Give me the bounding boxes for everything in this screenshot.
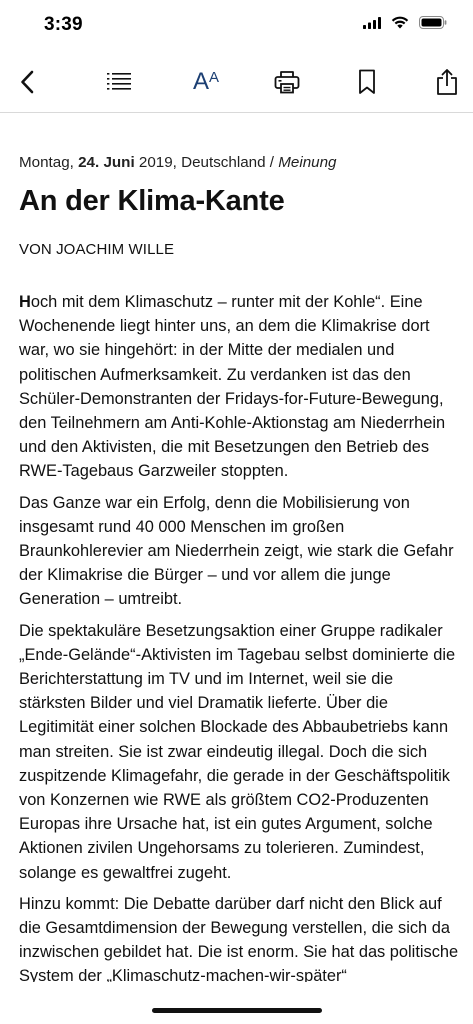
article-paragraph-2: Das Ganze war ein Erfolg, denn die Mobil… [19,493,454,609]
list-icon [107,73,131,90]
article: Montag, 24. Juni 2019, Deutschland / Mei… [19,112,459,996]
share-icon [437,69,457,95]
bookmark-icon [359,69,375,94]
wifi-icon [391,16,409,29]
text-size-button[interactable]: AA [182,52,230,112]
dateline-year-place: 2019, Deutschland / [134,154,279,171]
share-button[interactable] [423,52,471,112]
article-paragraph-3: Die spektakuläre Besetzungsaktion einer … [19,621,456,882]
back-chevron-icon [21,70,34,94]
status-time: 3:39 [44,14,83,35]
toc-button[interactable] [95,52,143,112]
text-size-small-letter: A [209,69,220,86]
bookmark-button[interactable] [343,52,391,112]
dateline-section: Meinung [278,154,337,171]
paragraph-text: och mit dem Klimaschutz – runter mit der… [19,293,446,481]
dateline-weekday: Montag, [19,154,79,171]
dateline-day-month: 24. Juni [78,154,135,171]
dropcap-letter: H [19,293,31,311]
status-bar: 3:39 [0,0,473,52]
print-button[interactable] [263,52,311,112]
back-button[interactable] [3,52,51,112]
article-dateline: Montag, 24. Juni 2019, Deutschland / Mei… [19,152,459,174]
signal-icon [363,16,381,29]
home-indicator[interactable] [152,1008,322,1013]
article-byline: VON JOACHIM WILLE [19,241,175,258]
bottom-area [0,982,473,1024]
text-size-icon: AA [193,70,219,94]
text-size-large-letter: A [192,68,209,95]
status-icons [363,16,447,29]
article-paragraph-1: Hoch mit dem Klimaschutz – runter mit de… [19,290,459,484]
article-body: Hoch mit dem Klimaschutz – runter mit de… [19,290,459,989]
print-icon [274,71,300,94]
battery-icon [419,16,447,29]
article-toolbar: AA [0,52,473,113]
article-paragraph-4: Hinzu kommt: Die Debatte darüber darf ni… [19,894,459,986]
article-title: An der Klima-Kante [19,185,285,217]
